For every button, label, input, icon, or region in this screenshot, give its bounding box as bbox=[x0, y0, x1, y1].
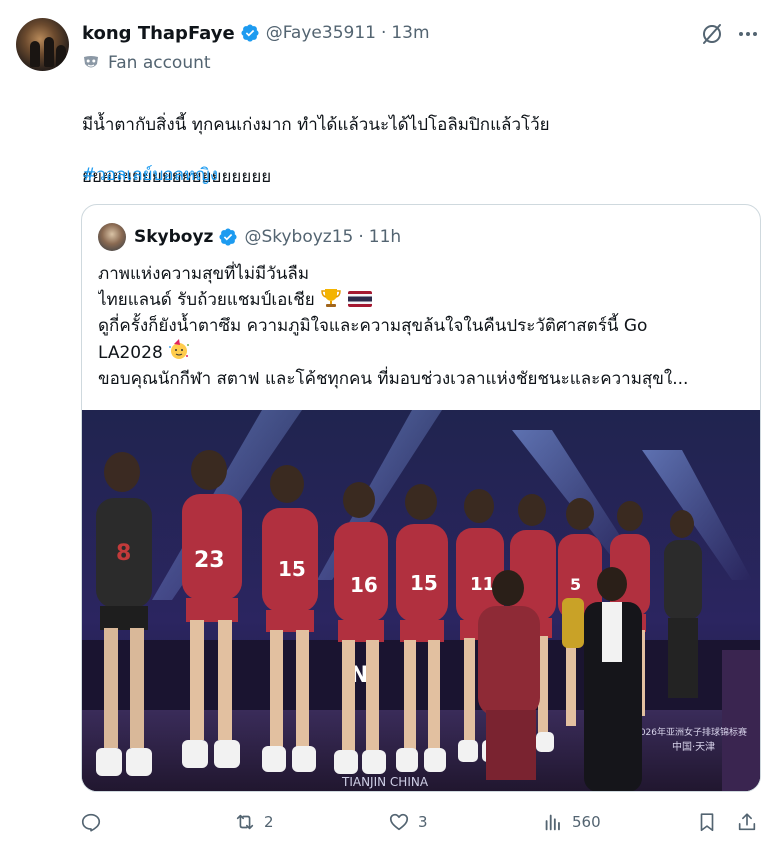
share-icon bbox=[738, 813, 756, 831]
trophy-emoji bbox=[321, 289, 341, 307]
quoted-text-line: ภาพแห่งความสุขที่ไม่มีวันลืม bbox=[98, 264, 310, 284]
like-button[interactable]: 3 bbox=[388, 806, 428, 838]
quoted-author-handle: @Skyboyz15 bbox=[244, 227, 354, 247]
quoted-media-image[interactable]: 2026年亚洲女子排球锦标赛 中国·天津 TIANJIN CHINA IN 8 bbox=[82, 410, 760, 791]
separator-dot: · bbox=[358, 227, 364, 247]
views-count: 560 bbox=[572, 813, 601, 831]
views-button[interactable]: 560 bbox=[542, 806, 601, 838]
repost-button[interactable]: 2 bbox=[234, 806, 274, 838]
reply-icon bbox=[81, 813, 101, 832]
quoted-text-line: ไทยแลนด์ รับถ้วยแชมป์เอเชีย bbox=[98, 287, 748, 313]
party-face-emoji bbox=[169, 339, 190, 359]
media-side-text: 2026年亚洲女子排球锦标赛 bbox=[634, 726, 747, 738]
reply-button[interactable] bbox=[80, 806, 102, 838]
thai-flag-emoji bbox=[347, 291, 372, 307]
tweet-header: kong ThapFaye @Faye35911 · 13m bbox=[82, 20, 430, 46]
repost-icon bbox=[236, 814, 254, 830]
media-banner-text: TIANJIN CHINA bbox=[341, 775, 429, 789]
media-city-text: 中国·天津 bbox=[672, 740, 715, 753]
quoted-timestamp: 11h bbox=[368, 227, 402, 247]
timestamp[interactable]: 13m bbox=[391, 23, 429, 43]
like-icon bbox=[389, 813, 409, 831]
jersey-number: 15 bbox=[410, 571, 438, 595]
quoted-author-name: Skyboyz bbox=[134, 227, 214, 247]
quoted-tweet-header: Skyboyz @Skyboyz15 · 11h bbox=[98, 223, 401, 251]
quoted-author-avatar bbox=[98, 223, 126, 251]
jersey-number: 8 bbox=[116, 541, 131, 566]
jersey-number: 23 bbox=[194, 548, 225, 573]
jersey-number: 5 bbox=[570, 575, 581, 594]
repost-count: 2 bbox=[264, 813, 274, 831]
quoted-text-line: ดูกี่ครั้งก็ยังน้ำตาซึม ความภูมิใจและควา… bbox=[98, 316, 648, 336]
author-name[interactable]: kong ThapFaye bbox=[82, 23, 235, 44]
tweet-text: มีน้ำตากับสิ่งนี้ ทุกคนเก่งมาก ทำได้แล้ว… bbox=[82, 86, 762, 216]
jersey-number: 15 bbox=[278, 557, 306, 581]
tweet[interactable]: kong ThapFaye @Faye35911 · 13m Fan accou… bbox=[0, 0, 779, 847]
views-icon bbox=[545, 814, 560, 831]
like-count: 3 bbox=[418, 813, 428, 831]
jersey-number: 16 bbox=[350, 573, 378, 597]
quoted-tweet-text: ภาพแห่งความสุขที่ไม่มีวันลืม ไทยแลนด์ รั… bbox=[98, 261, 748, 392]
mask-icon bbox=[84, 56, 98, 68]
quoted-text-line: ขอบคุณนักกีฬา สตาฟ และโค้ชทุกคน ที่มอบช่… bbox=[98, 369, 689, 389]
bookmark-button[interactable] bbox=[696, 806, 718, 838]
tweet-text-line: มีน้ำตากับสิ่งนี้ ทุกคนเก่งมาก ทำได้แล้ว… bbox=[82, 115, 550, 135]
verified-badge-icon bbox=[219, 228, 238, 246]
author-handle[interactable]: @Faye35911 bbox=[266, 23, 376, 43]
ceremony-photo: 2026年亚洲女子排球锦标赛 中国·天津 TIANJIN CHINA IN 8 bbox=[82, 410, 760, 791]
separator-dot: · bbox=[380, 23, 387, 43]
more-options-icon[interactable] bbox=[736, 22, 760, 46]
verified-badge-icon[interactable] bbox=[240, 23, 260, 43]
bookmark-icon bbox=[700, 813, 714, 832]
fan-account-text: Fan account bbox=[108, 53, 211, 73]
grok-icon[interactable] bbox=[700, 22, 724, 46]
fan-account-label: Fan account bbox=[82, 51, 211, 75]
share-button[interactable] bbox=[736, 806, 758, 838]
author-avatar[interactable] bbox=[16, 18, 69, 71]
hashtag-link[interactable]: #วอลเลย์บอลหญิง bbox=[82, 162, 218, 188]
action-bar: 2 3 560 bbox=[0, 806, 779, 838]
quoted-tweet[interactable]: Skyboyz @Skyboyz15 · 11h ภาพแห่งความสุขท… bbox=[81, 204, 761, 792]
jersey-number: 11 bbox=[470, 574, 495, 595]
quoted-text-line: LA2028 bbox=[98, 339, 748, 366]
